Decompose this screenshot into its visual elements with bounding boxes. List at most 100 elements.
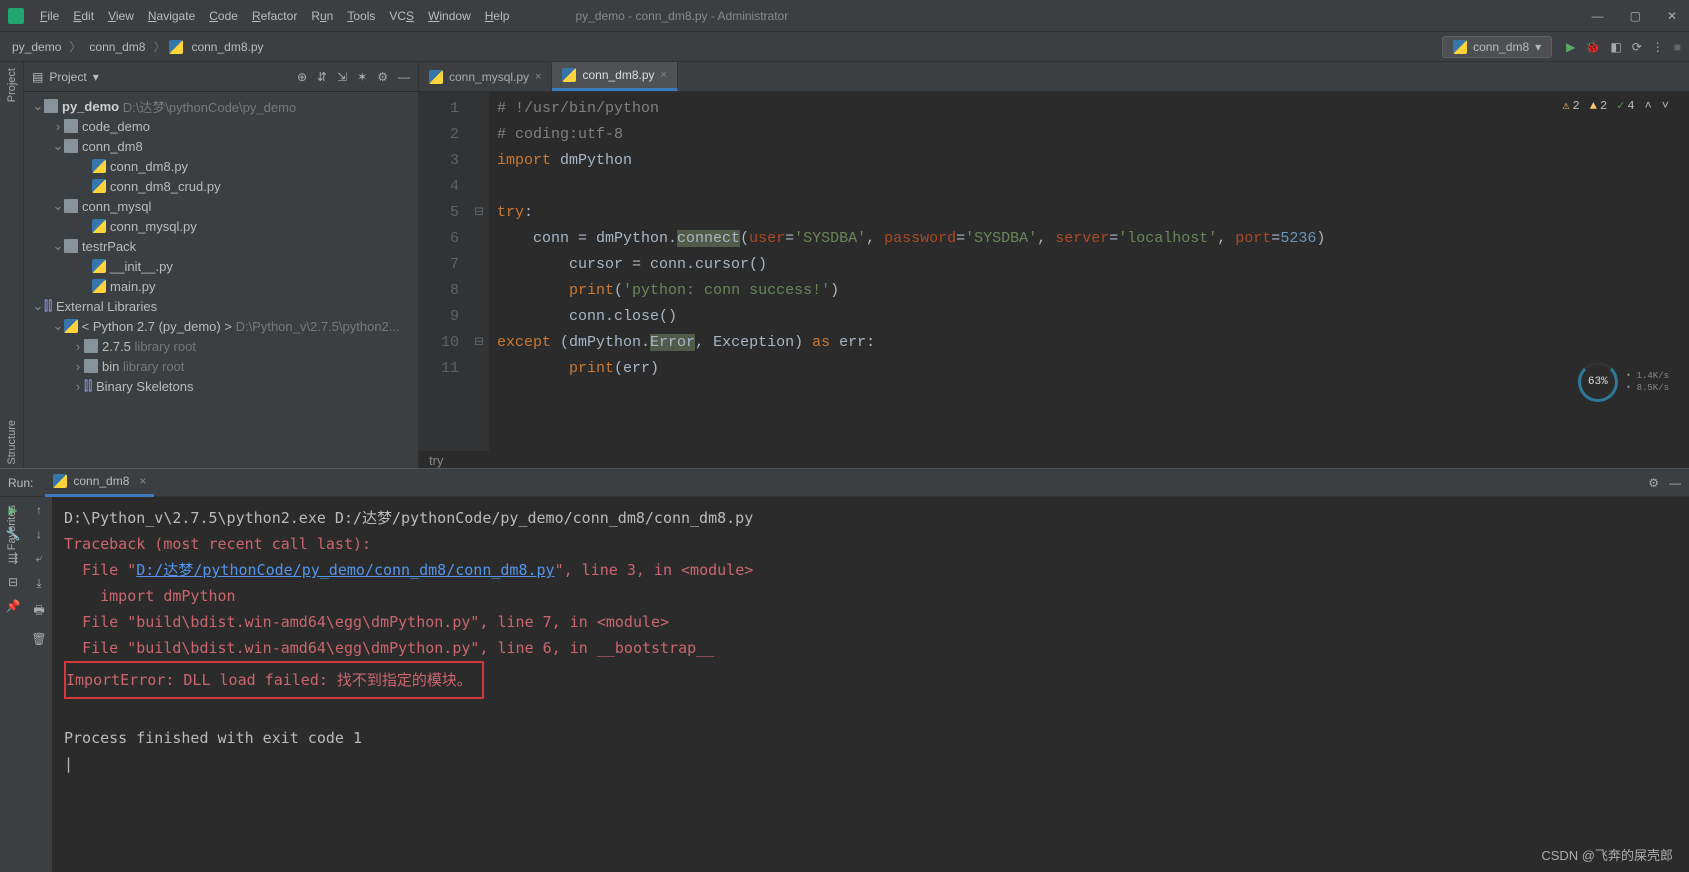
editor: conn_mysql.py× conn_dm8.py× 123456789101…	[419, 62, 1689, 468]
inspection-hints[interactable]: ⚠2 ▲2 ✓4 ˄ ˅	[1562, 98, 1669, 113]
crumb-file[interactable]: conn_dm8.py	[187, 38, 267, 56]
menu-vcs[interactable]: VCS	[383, 5, 420, 27]
python-icon	[562, 68, 576, 82]
crumb-project[interactable]: py_demo	[8, 38, 65, 56]
run-button[interactable]: ▶	[1566, 40, 1575, 54]
perf-gauge: 63%	[1578, 362, 1618, 402]
chevron-down-icon: ▾	[1535, 40, 1541, 54]
menu-help[interactable]: Help	[479, 5, 516, 27]
close-button[interactable]: ✕	[1663, 7, 1681, 25]
tree-item[interactable]: conn_dm8	[82, 139, 143, 154]
python-icon	[169, 40, 183, 54]
watermark: CSDN @飞奔的屎壳郎	[1541, 845, 1673, 864]
python-icon	[429, 70, 443, 84]
python-icon	[1453, 40, 1467, 54]
file-link[interactable]: D:/达梦/pythonCode/py_demo/conn_dm8/conn_d…	[136, 561, 554, 579]
menu-run[interactable]: Run	[305, 5, 339, 27]
favorites-tool-button[interactable]: Favorites	[6, 505, 18, 550]
run-tab[interactable]: conn_dm8 ×	[45, 469, 154, 497]
down-icon[interactable]: ↓	[36, 527, 42, 541]
chevron-up-icon[interactable]: ˄	[1645, 99, 1652, 113]
chevron-down-icon[interactable]: ▾	[93, 70, 99, 84]
menu-navigate[interactable]: Navigate	[142, 5, 201, 27]
crumb-folder[interactable]: conn_dm8	[85, 38, 149, 56]
pin-icon[interactable]: 📌	[6, 599, 21, 613]
scroll-icon[interactable]: ⤓	[36, 576, 41, 591]
tree-root[interactable]: py_demo	[62, 99, 119, 114]
menu-code[interactable]: Code	[203, 5, 244, 27]
tab-conn-mysql[interactable]: conn_mysql.py×	[419, 63, 552, 91]
chevron-down-icon[interactable]: ˅	[1662, 99, 1669, 113]
project-tool-button[interactable]: Project	[6, 68, 18, 102]
tree-item[interactable]: bin	[102, 359, 119, 374]
app-icon	[8, 8, 24, 24]
window-controls: — ▢ ✕	[1588, 7, 1681, 25]
more-icon[interactable]: ⋮	[1652, 40, 1664, 54]
project-panel-title[interactable]: Project	[49, 70, 86, 84]
close-icon[interactable]: ×	[139, 474, 146, 488]
close-icon[interactable]: ×	[661, 69, 667, 81]
tree-item[interactable]: code_demo	[82, 119, 150, 134]
tree-python[interactable]: < Python 2.7 (py_demo) >	[82, 319, 232, 334]
gear-icon[interactable]: ⚙	[1648, 476, 1659, 490]
filter-icon[interactable]: ⇶	[8, 551, 18, 565]
run-config-area: conn_dm8 ▾ ▶ 🐞 ◧ ⟳ ⋮ ■	[1442, 36, 1681, 58]
stop-button[interactable]: ■	[1674, 40, 1681, 54]
layout-icon[interactable]: ⊟	[8, 575, 18, 589]
up-icon[interactable]: ↑	[36, 503, 42, 517]
trash-icon[interactable]: 🗑	[31, 632, 46, 646]
code-content[interactable]: # !/usr/bin/python # coding:utf-8 import…	[489, 92, 1325, 451]
menu-file[interactable]: File	[34, 5, 65, 27]
minimize-button[interactable]: —	[1588, 7, 1608, 25]
breadcrumb: py_demo〉 conn_dm8〉 conn_dm8.py	[8, 38, 268, 56]
tab-conn-dm8[interactable]: conn_dm8.py×	[552, 62, 677, 91]
tree-external-libs[interactable]: External Libraries	[56, 299, 157, 314]
locate-icon[interactable]: ⊕	[297, 70, 307, 84]
context-breadcrumb[interactable]: try	[419, 453, 1689, 468]
maximize-button[interactable]: ▢	[1626, 7, 1645, 25]
menu-tools[interactable]: Tools	[341, 5, 381, 27]
check-icon: ✓	[1617, 98, 1624, 113]
run-tool-window: Run: conn_dm8 × ⚙ — ▶ 🔧 ⇶ ⊟ 📌 ↑ ↓ ⤶ ⤓	[0, 468, 1689, 872]
tree-item[interactable]: __init__.py	[110, 259, 173, 274]
menu-window[interactable]: Window	[422, 5, 477, 27]
gear-icon[interactable]: ⚙	[377, 70, 388, 84]
hide-icon[interactable]: —	[398, 70, 410, 84]
settings-icon[interactable]: ✶	[357, 70, 367, 84]
coverage-button[interactable]: ◧	[1610, 40, 1621, 54]
run-config-name: conn_dm8	[1473, 40, 1529, 54]
tree-item[interactable]: testrPack	[82, 239, 136, 254]
warning-icon: ⚠	[1562, 98, 1569, 113]
line-gutter: 1234567891011	[419, 92, 469, 451]
expand-icon[interactable]: ⇵	[317, 70, 327, 84]
window-title: py_demo - conn_dm8.py - Administrator	[575, 9, 788, 23]
fold-gutter: ⊟⊟	[469, 92, 489, 451]
performance-widget[interactable]: 63% • 1.4K/s• 8.5K/s	[1578, 362, 1669, 402]
tree-item[interactable]: conn_mysql.py	[110, 219, 197, 234]
run-config-selector[interactable]: conn_dm8 ▾	[1442, 36, 1552, 58]
run-toolbar: ▶ 🔧 ⇶ ⊟ 📌 ↑ ↓ ⤶ ⤓ 🖶 🗑	[0, 497, 52, 872]
print-icon[interactable]: 🖶	[33, 601, 44, 622]
structure-tool-button[interactable]: Structure	[6, 420, 18, 465]
tree-item[interactable]: conn_dm8_crud.py	[110, 179, 221, 194]
console-output[interactable]: D:\Python_v\2.7.5\python2.exe D:/达梦/pyth…	[52, 497, 1689, 872]
menu-view[interactable]: View	[102, 5, 140, 27]
left-bottom-strip: Structure Favorites	[0, 420, 24, 550]
debug-button[interactable]: 🐞	[1585, 40, 1600, 54]
wrap-icon[interactable]: ⤶	[36, 551, 43, 566]
tree-item[interactable]: main.py	[110, 279, 156, 294]
editor-tabs: conn_mysql.py× conn_dm8.py×	[419, 62, 1689, 92]
hide-icon[interactable]: —	[1669, 476, 1681, 490]
profile-button[interactable]: ⟳	[1632, 40, 1642, 54]
tree-item[interactable]: 2.7.5	[102, 339, 131, 354]
tree-item[interactable]: conn_mysql	[82, 199, 151, 214]
project-tree[interactable]: ⌄py_demo D:\达梦\pythonCode\py_demo ›code_…	[24, 92, 418, 468]
collapse-icon[interactable]: ⇲	[337, 70, 347, 84]
menu-edit[interactable]: Edit	[67, 5, 100, 27]
code-editor[interactable]: 1234567891011 ⊟⊟ # !/usr/bin/python # co…	[419, 92, 1689, 451]
tree-item[interactable]: conn_dm8.py	[110, 159, 188, 174]
tree-item[interactable]: Binary Skeletons	[96, 379, 194, 394]
close-icon[interactable]: ×	[535, 71, 541, 83]
error-highlight: ImportError: DLL load failed: 找不到指定的模块。	[64, 661, 484, 699]
menu-refactor[interactable]: Refactor	[246, 5, 303, 27]
